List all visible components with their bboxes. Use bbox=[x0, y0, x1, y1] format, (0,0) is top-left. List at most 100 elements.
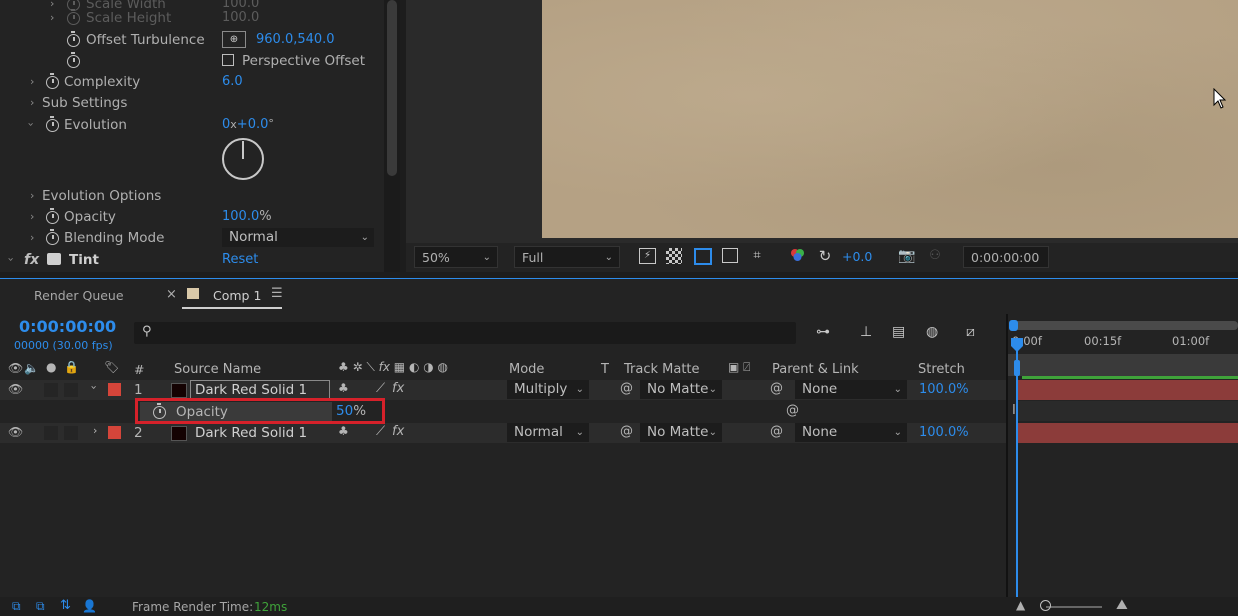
reset-exposure-icon[interactable]: ↻ bbox=[816, 247, 834, 265]
quality-icon[interactable]: ⟋ bbox=[376, 381, 385, 396]
layer-name-field[interactable]: Dark Red Solid 1 bbox=[190, 380, 330, 399]
label-tag-icon[interactable]: 🏷 bbox=[104, 360, 119, 374]
graph-editor-icon[interactable]: ⧄ bbox=[966, 324, 975, 340]
quality-icon[interactable]: ⟋ bbox=[376, 424, 385, 439]
render-time-icon[interactable]: 👤 bbox=[82, 599, 97, 613]
timeline-timecode[interactable]: 0:00:00:00 bbox=[19, 317, 116, 336]
tab-comp-1[interactable]: Comp 1 bbox=[213, 288, 261, 303]
layer-search-input[interactable]: ⚲ bbox=[134, 322, 796, 344]
parent-pickwhip-icon[interactable]: @ bbox=[770, 381, 783, 396]
lock-toggle[interactable] bbox=[64, 383, 78, 397]
prop-value[interactable]: 6.0 bbox=[222, 74, 243, 89]
column-parent-link[interactable]: Parent & Link bbox=[772, 362, 859, 377]
stopwatch-icon[interactable] bbox=[67, 9, 80, 25]
fast-previews-icon[interactable]: ⚡ bbox=[639, 248, 656, 264]
prop-value[interactable]: 100.0 bbox=[222, 10, 259, 25]
parent-dropdown[interactable]: None ⌄ bbox=[795, 380, 907, 399]
playhead-icon[interactable] bbox=[1009, 336, 1025, 354]
exposure-value[interactable]: +0.0 bbox=[842, 249, 872, 264]
prop-blending-mode[interactable]: › Blending Mode Normal ⌄ bbox=[0, 227, 384, 248]
chevron-down-icon[interactable]: › bbox=[25, 122, 38, 126]
channel-rgb-icon[interactable] bbox=[788, 247, 806, 265]
eye-icon[interactable]: 👁 bbox=[8, 361, 23, 375]
show-snapshot-icon[interactable]: ⚇ bbox=[926, 247, 944, 265]
layer-name[interactable]: Dark Red Solid 1 bbox=[195, 425, 307, 441]
chevron-right-icon[interactable]: › bbox=[30, 231, 34, 244]
layer-toggle-icon[interactable]: ⧉ bbox=[36, 599, 45, 614]
mask-visibility-icon[interactable] bbox=[694, 248, 712, 265]
effect-controls-scrollbar[interactable] bbox=[384, 0, 400, 272]
composition-flowchart-icon[interactable]: ⊶ bbox=[816, 324, 830, 340]
prop-value[interactable]: 960.0,540.0 bbox=[256, 32, 335, 47]
transfer-controls-icon[interactable]: ⇅ bbox=[60, 598, 71, 613]
zoom-in-icon[interactable]: ⛰ bbox=[1116, 597, 1128, 613]
zoom-out-icon[interactable]: ▲ bbox=[1016, 598, 1025, 612]
snapshot-camera-icon[interactable]: 📷 bbox=[898, 247, 916, 265]
chevron-right-icon[interactable]: › bbox=[93, 424, 97, 437]
layer-row[interactable]: 👁 › 1 Dark Red Solid 1 ♣ ⟋ fx Multiply ⌄ … bbox=[0, 380, 1006, 400]
resolution-dropdown[interactable]: Full ⌄ bbox=[514, 246, 620, 268]
stopwatch-icon[interactable] bbox=[67, 31, 80, 47]
pickwhip-icon[interactable]: @ bbox=[620, 381, 633, 396]
motion-blur-icon[interactable]: ◍ bbox=[926, 324, 938, 340]
zoom-slider-thumb[interactable] bbox=[1040, 600, 1051, 611]
prop-evolution[interactable]: › Evolution 0x+0.0° bbox=[0, 114, 384, 135]
stopwatch-icon[interactable] bbox=[46, 73, 59, 89]
tab-render-queue[interactable]: Render Queue bbox=[34, 288, 124, 303]
column-stretch[interactable]: Stretch bbox=[918, 362, 965, 377]
eye-icon[interactable]: 👁 bbox=[8, 425, 23, 439]
fx-icon[interactable]: fx bbox=[392, 424, 404, 439]
solo-toggle[interactable] bbox=[44, 426, 58, 440]
chevron-right-icon[interactable]: › bbox=[30, 189, 34, 202]
column-mode[interactable]: Mode bbox=[509, 362, 544, 377]
layer-1-bar[interactable] bbox=[1018, 380, 1238, 400]
blend-mode-dropdown[interactable]: Multiply ⌄ bbox=[507, 380, 589, 399]
draft-3d-icon[interactable]: ⊥ bbox=[860, 324, 872, 340]
stretch-value[interactable]: 100.0% bbox=[919, 382, 969, 397]
shy-icon[interactable]: ♣ bbox=[338, 424, 349, 438]
evolution-degrees[interactable]: +0.0 bbox=[237, 117, 269, 132]
effect-tint-header[interactable]: › fx Tint Reset bbox=[0, 249, 384, 270]
work-area-start-handle[interactable] bbox=[1009, 320, 1018, 331]
pickwhip-icon[interactable]: @ bbox=[620, 424, 633, 439]
chevron-down-icon[interactable]: › bbox=[88, 385, 101, 389]
shy-icon[interactable]: ♣ bbox=[338, 381, 349, 395]
crosshair-icon[interactable]: ⊕ bbox=[222, 31, 246, 48]
stopwatch-icon[interactable] bbox=[67, 52, 80, 68]
chevron-right-icon[interactable]: › bbox=[30, 210, 34, 223]
checkbox[interactable] bbox=[222, 54, 234, 66]
layer-label-color[interactable] bbox=[108, 383, 121, 396]
frame-blending-icon[interactable]: ▤ bbox=[892, 324, 905, 340]
prop-value[interactable]: 100.0 bbox=[222, 209, 259, 224]
stretch-value[interactable]: 100.0% bbox=[919, 425, 969, 440]
prop-perspective-offset[interactable]: Perspective Offset bbox=[0, 50, 384, 71]
layer-row[interactable]: 👁 › 2 Dark Red Solid 1 ♣ ⟋ fx Normal ⌄ @ … bbox=[0, 423, 1006, 443]
chevron-down-icon[interactable]: › bbox=[5, 257, 18, 261]
column-source-name[interactable]: Source Name bbox=[174, 362, 261, 377]
close-icon[interactable]: × bbox=[166, 287, 177, 302]
eye-icon[interactable]: 👁 bbox=[8, 382, 23, 396]
expression-pickwhip-icon[interactable]: @ bbox=[786, 403, 799, 418]
prop-opacity[interactable]: › Opacity 100.0% bbox=[0, 206, 384, 227]
panel-divider[interactable] bbox=[1006, 314, 1008, 597]
chevron-right-icon[interactable]: › bbox=[30, 75, 34, 88]
angle-dial[interactable] bbox=[220, 136, 266, 182]
prop-complexity[interactable]: › Complexity 6.0 bbox=[0, 71, 384, 92]
zoom-slider-track[interactable] bbox=[1046, 606, 1102, 608]
current-time-field[interactable]: 0:00:00:00 bbox=[963, 246, 1049, 268]
scrollbar-thumb[interactable] bbox=[387, 0, 397, 176]
lock-toggle[interactable] bbox=[64, 426, 78, 440]
chevron-right-icon[interactable]: › bbox=[30, 96, 34, 109]
composition-canvas[interactable] bbox=[542, 0, 1238, 238]
lock-icon[interactable]: 🔒 bbox=[64, 360, 79, 374]
stopwatch-icon[interactable] bbox=[46, 116, 59, 132]
reset-link[interactable]: Reset bbox=[222, 252, 258, 267]
fx-icon[interactable]: fx bbox=[24, 252, 39, 268]
evolution-value[interactable]: 0x+0.0° bbox=[222, 117, 274, 132]
prop-sub-settings[interactable]: › Sub Settings bbox=[0, 92, 384, 113]
solo-icon[interactable]: ● bbox=[46, 360, 56, 374]
audio-icon[interactable]: 🔈 bbox=[24, 361, 39, 375]
parent-pickwhip-icon[interactable]: @ bbox=[770, 424, 783, 439]
grid-guides-icon[interactable]: ⌗ bbox=[748, 247, 766, 265]
stopwatch-icon[interactable] bbox=[46, 208, 59, 224]
